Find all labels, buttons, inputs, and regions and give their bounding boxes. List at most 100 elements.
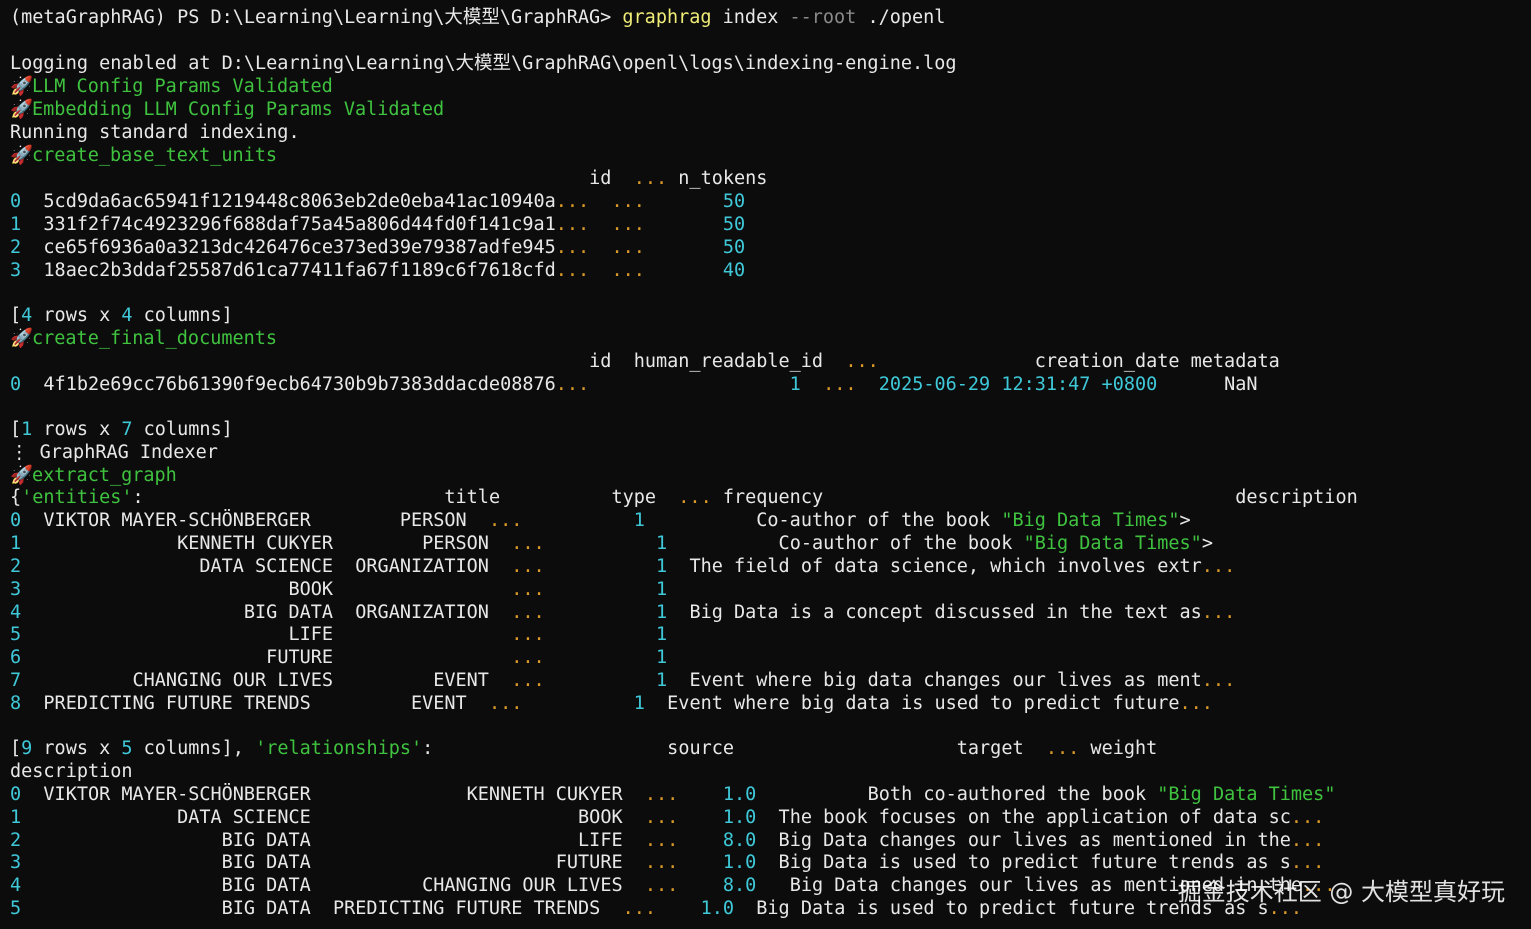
table-row: 0 4f1b2e69cc76b61390f9ecb64730b9b7383dda… [10, 373, 1258, 396]
terminal-text-segment: ... [511, 579, 545, 600]
terminal-text-segment: 1 [656, 579, 668, 600]
terminal-text-segment: ... [488, 693, 523, 714]
terminal-text-segment: ... [555, 260, 590, 281]
table-row: 3 BOOK ... 1 [10, 578, 667, 601]
step-extract-graph-line: 🚀extract_graph [10, 464, 177, 487]
terminal-text-segment: 5 [10, 898, 22, 919]
terminal-text-segment: 8 [10, 693, 22, 714]
terminal-text-segment: CHANGING OUR LIVES EVENT [21, 670, 512, 691]
terminal-text-segment: 1.0 [700, 898, 734, 919]
terminal-text-segment: 1 [10, 214, 22, 235]
terminal-text-segment: 4 [121, 305, 133, 326]
terminal-text-segment: 0 [10, 510, 22, 531]
terminal-text-segment: ... [555, 374, 590, 395]
command-path: ./openl [856, 7, 946, 28]
rocket-icon: 🚀 [10, 328, 34, 349]
terminal-text-segment: : source target [422, 738, 1046, 759]
terminal-text-segment: 5cd9da6ac65941f1219448c8063eb2de0eba41ac… [21, 191, 556, 212]
terminal-text-segment: ... [1201, 556, 1236, 577]
terminal-text-segment: 3 [10, 579, 22, 600]
terminal-text-segment: 2 [10, 237, 22, 258]
table-row: 1 331f2f74c4923296f688daf75a45a806d44fd0… [10, 213, 745, 236]
terminal-text-segment: ... [622, 898, 657, 919]
terminal-text-segment: The field of data science, which involve… [667, 556, 1202, 577]
terminal-text-segment: ... [644, 852, 679, 873]
terminal-text-segment: ... [1290, 807, 1325, 828]
table-row: 3 BIG DATA FUTURE ... 1.0 Big Data is us… [10, 851, 1324, 874]
terminal-text-segment: ... [555, 214, 590, 235]
terminal-text-segment: ... [1290, 830, 1325, 851]
terminal-text-segment: creation_date metadata [878, 351, 1280, 372]
terminal-text-segment: ... [823, 374, 857, 395]
terminal-text-segment: id [10, 168, 634, 189]
terminal-text-segment: ... [1179, 693, 1213, 714]
terminal-text-segment: 4f1b2e69cc76b61390f9ecb64730b9b7383ddacd… [21, 374, 556, 395]
terminal-text-segment: BOOK [21, 579, 512, 600]
terminal-text-segment: weight [1079, 738, 1158, 759]
terminal-text-segment: 1 [656, 647, 668, 668]
table-row: 0 5cd9da6ac65941f1219448c8063eb2de0eba41… [10, 190, 745, 213]
terminal-window[interactable]: (metaGraphRAG) PS D:\Learning\Learning\大… [0, 0, 1531, 929]
command-flag: --root [789, 7, 857, 28]
table-row: 4 BIG DATA CHANGING OUR LIVES ... 8.0 Bi… [10, 874, 1335, 897]
terminal-text-segment: rows x [32, 305, 122, 326]
documents-summary: [1 rows x 7 columns] [10, 418, 233, 441]
documents-header: id human_readable_id ... creation_date m… [10, 350, 1280, 373]
terminal-text-segment: rows x [32, 738, 122, 759]
terminal-text-segment: frequency description [711, 487, 1358, 508]
terminal-text-segment: The book focuses on the application of d… [756, 807, 1291, 828]
terminal-text-segment: VIKTOR MAYER-SCHÖNBERGER PERSON [21, 510, 489, 531]
terminal-text-segment: ... [511, 556, 545, 577]
terminal-text-segment: Co-author of the book [667, 533, 1024, 554]
step-final-documents-line: 🚀create_final_documents [10, 327, 277, 350]
terminal-text-segment: 6 [10, 647, 22, 668]
terminal-text-segment: ... [845, 351, 879, 372]
step-extract-graph: extract_graph [32, 465, 177, 486]
terminal-text-segment: 1 [21, 419, 33, 440]
terminal-text-segment: 1 [10, 533, 22, 554]
rocket-icon: 🚀 [10, 99, 34, 120]
step-final-documents: create_final_documents [32, 328, 278, 349]
vertical-ellipsis-icon: ⋮ [10, 442, 40, 463]
terminal-text-segment: 3 [10, 260, 22, 281]
terminal-text-segment: rows x [32, 419, 122, 440]
terminal-text-segment: ... [1290, 852, 1325, 873]
terminal-text-segment: ... [644, 807, 679, 828]
terminal-text-segment: ... [555, 191, 590, 212]
command-prompt-line: (metaGraphRAG) PS D:\Learning\Learning\大… [10, 6, 945, 29]
table-row: 2 DATA SCIENCE ORGANIZATION ... 1 The fi… [10, 555, 1235, 578]
command-name: graphrag [622, 7, 712, 28]
terminal-text-segment: 0 [10, 374, 22, 395]
terminal-text-segment: 1 [656, 670, 668, 691]
table-row: 7 CHANGING OUR LIVES EVENT ... 1 Event w… [10, 669, 1235, 692]
terminal-text-segment: Co-author of the book [644, 510, 1002, 531]
terminal-text-segment: { [10, 487, 22, 508]
table-row: 0 VIKTOR MAYER-SCHÖNBERGER KENNETH CUKYE… [10, 783, 1335, 806]
table-row: 3 18aec2b3ddaf25587d61ca77411fa67f1189c6… [10, 259, 745, 282]
terminal-text-segment: BIG DATA CHANGING OUR LIVES [21, 875, 645, 896]
terminal-text-segment: description [10, 761, 133, 782]
terminal-text-segment: 1.0 [722, 807, 757, 828]
terminal-text-segment: 2 [10, 556, 22, 577]
terminal-text-segment: Big Data is a concept discussed in the t… [667, 602, 1202, 623]
terminal-text-segment: > [1179, 510, 1191, 531]
terminal-text-segment: 2 [10, 830, 22, 851]
rocket-icon: 🚀 [10, 76, 34, 97]
terminal-text-segment: ... [644, 784, 679, 805]
terminal-text-segment: 5 [121, 738, 133, 759]
terminal-text-segment: 1 [656, 624, 668, 645]
terminal-text-segment: "Big Data Times" [1001, 510, 1180, 531]
